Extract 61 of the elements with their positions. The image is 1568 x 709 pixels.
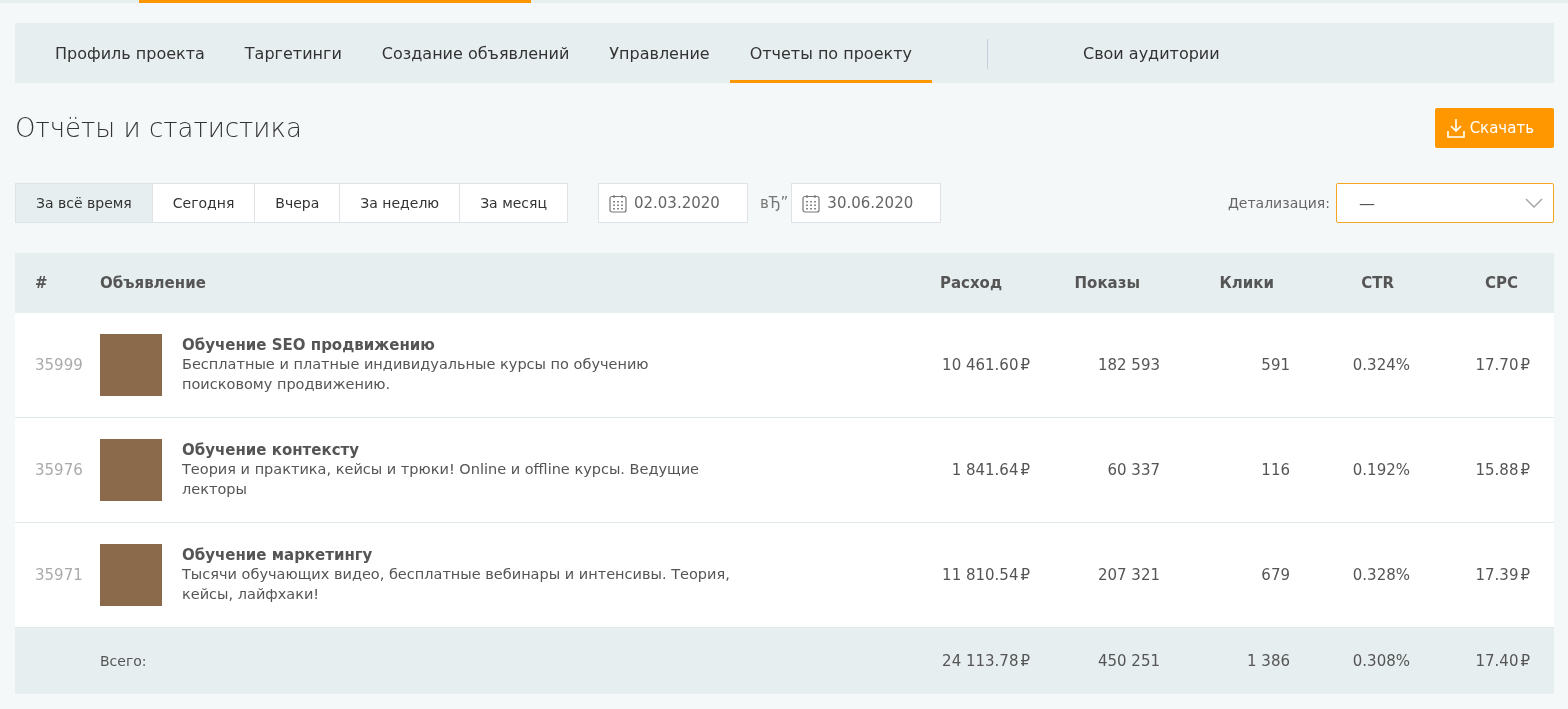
- table-cell-text: 60 337: [1106, 461, 1161, 479]
- table-cell-text: 24 113.78₽: [941, 652, 1031, 670]
- ad-description: Тысячи обучающих видео, бесплатные вебинары и интенсивы. Теория, кейсы, лайфхаки!: [182, 565, 731, 604]
- calendar-icon: [802, 193, 821, 213]
- column-header: Показы: [1073, 274, 1141, 292]
- table-cell-text: 17.40₽: [1474, 652, 1531, 670]
- column-header: #: [34, 274, 49, 292]
- nav-tab[interactable]: Создание объявлений: [361, 23, 590, 83]
- ad-title: Обучение контексту: [182, 441, 360, 459]
- period-button[interactable]: Вчера: [254, 184, 340, 222]
- nav-tab[interactable]: Управление: [589, 23, 730, 83]
- table-cell-text: 1 386: [1246, 652, 1291, 670]
- detail-label: Детализация:: [1227, 195, 1330, 211]
- column-header: Объявление: [100, 274, 207, 292]
- table-cell-text: 15.88₽: [1474, 461, 1531, 479]
- period-button[interactable]: За всё время: [16, 184, 152, 222]
- photo-placeholder: [100, 544, 162, 606]
- column-header: CTR: [1360, 274, 1395, 292]
- table-cell-text: 10 461.60₽: [941, 356, 1031, 374]
- table-cell-text: 0.308%: [1351, 652, 1411, 670]
- photo-placeholder: [100, 334, 162, 396]
- page-title: Отчёты и статистика: [15, 113, 302, 143]
- detail-dropdown[interactable]: —: [1336, 183, 1554, 223]
- table-cell-text: 0.324%: [1351, 356, 1411, 374]
- table-cell-text: 0.328%: [1351, 566, 1411, 584]
- table-cell-text: 591: [1260, 356, 1291, 374]
- ad-id: 35971: [34, 566, 84, 584]
- date-field[interactable]: 30.06.2020: [791, 183, 942, 223]
- table-cell-text: 17.70₽: [1474, 356, 1531, 374]
- ad-id: 35976: [34, 461, 84, 479]
- table-cell-text: 17.39₽: [1474, 566, 1531, 584]
- nav-tab[interactable]: Отчеты по проекту: [729, 23, 932, 83]
- chevron-down-icon: [1525, 198, 1543, 208]
- table-cell-text: 450 251: [1096, 652, 1161, 670]
- column-header: CPC: [1484, 274, 1519, 292]
- ad-title: Обучение маркетингу: [182, 546, 374, 564]
- total-label: Всего:: [100, 653, 148, 669]
- table-cell-text: 116: [1260, 461, 1291, 479]
- table-cell-text: 1 841.64₽: [950, 461, 1031, 479]
- table-cell-text: 182 593: [1096, 356, 1161, 374]
- column-header: Расход: [938, 274, 1003, 292]
- period-button[interactable]: За месяц: [459, 184, 567, 222]
- download-icon: [1446, 118, 1465, 138]
- ad-title: Обучение SEO продвижению: [182, 336, 436, 354]
- calendar-icon: [608, 193, 627, 213]
- nav-tab[interactable]: Таргетинги: [224, 23, 362, 83]
- column-header: Клики: [1218, 274, 1275, 292]
- nav-tab[interactable]: Свои аудитории: [1062, 23, 1240, 83]
- ad-description: Теория и практика, кейсы и трюки! Online и offline курсы. Ведущие лекторы: [182, 460, 701, 499]
- date-field[interactable]: 02.03.2020: [597, 183, 748, 223]
- ad-id: 35999: [34, 356, 84, 374]
- table-cell-text: 11 810.54₽: [941, 566, 1031, 584]
- date-separator: вЂ”: [759, 194, 789, 212]
- table-cell-text: 0.192%: [1351, 461, 1411, 479]
- period-button[interactable]: Сегодня: [151, 184, 255, 222]
- period-button[interactable]: За неделю: [339, 184, 460, 222]
- ad-description: Бесплатные и платные индивидуальные курсы по обучению поисковому продвижению.: [182, 355, 650, 394]
- nav-tab[interactable]: Профиль проекта: [35, 23, 225, 83]
- table-cell-text: 679: [1260, 566, 1291, 584]
- photo-placeholder: [100, 439, 162, 501]
- table-cell-text: 207 321: [1096, 566, 1161, 584]
